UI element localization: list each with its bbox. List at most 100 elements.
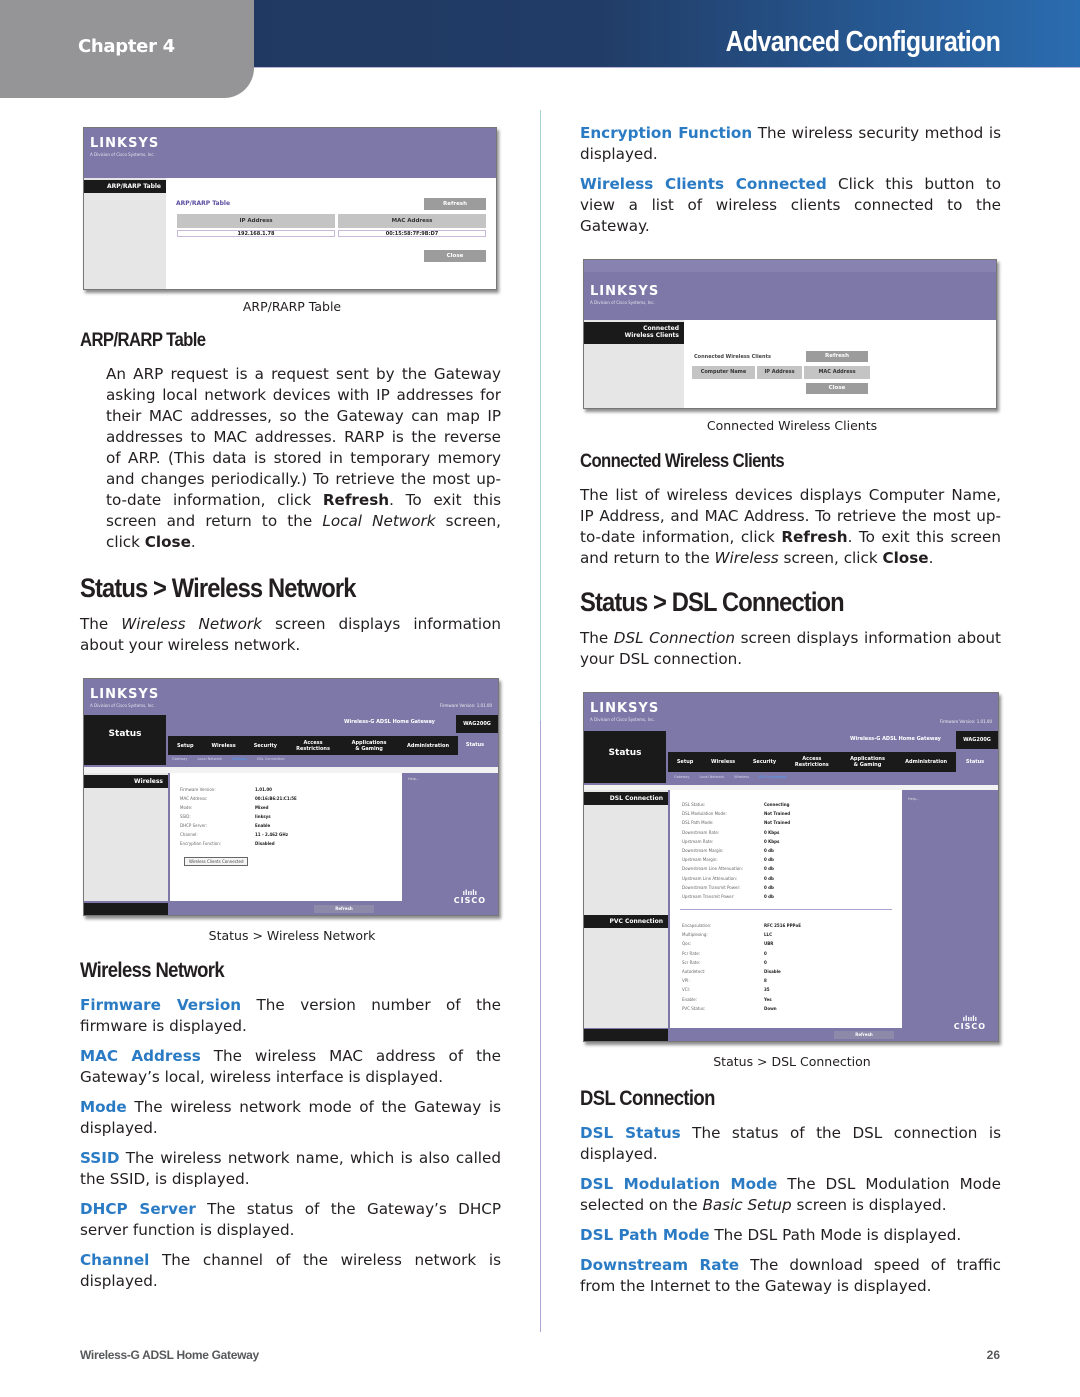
firmware-label: Firmware Version: 1.01.00 bbox=[439, 703, 492, 708]
field-value: linksys bbox=[255, 814, 271, 819]
field-label: DSL Modulation Mode: bbox=[682, 811, 727, 817]
field-label: Pcr Rate: bbox=[682, 950, 701, 956]
tab-applications-gaming[interactable]: Applications & Gaming bbox=[349, 740, 389, 752]
chapter-title: Advanced Configuration bbox=[725, 26, 1001, 58]
field-value: Down bbox=[764, 1005, 777, 1011]
field-value: 0 Kbps bbox=[764, 829, 780, 835]
subtab-local-network[interactable]: Local Network bbox=[197, 757, 222, 761]
field-row: Upstream Line Attenuation: 0 db bbox=[682, 876, 882, 885]
field-value: 0 bbox=[764, 950, 767, 956]
field-row: Downstream Rate: 0 Kbps bbox=[682, 830, 882, 839]
field-label: Downstream Margin: bbox=[682, 848, 724, 853]
tab-setup[interactable]: Setup bbox=[177, 743, 194, 749]
tab-wireless[interactable]: Wireless bbox=[711, 759, 735, 765]
main-tabs: Setup Wireless Security Access Restricti… bbox=[168, 736, 458, 755]
tab-administration[interactable]: Administration bbox=[905, 759, 947, 765]
field-value: 0 Kbps bbox=[764, 838, 780, 844]
field-row: VPI: 8 bbox=[682, 978, 882, 987]
arp-paragraph: An ARP request is a request sent by the … bbox=[106, 365, 501, 551]
field-label: VCI: bbox=[682, 987, 691, 993]
field-label: SSID: bbox=[180, 814, 191, 819]
field-label: Enable: bbox=[682, 996, 697, 1002]
tab-administration[interactable]: Administration bbox=[407, 743, 449, 749]
field-value: 0 db bbox=[764, 875, 774, 881]
figure-caption: Status > Wireless Network bbox=[208, 928, 376, 943]
subtab-dsl-connection[interactable]: DSL Connection bbox=[759, 775, 787, 779]
tab-applications-gaming[interactable]: Applications & Gaming bbox=[848, 756, 888, 768]
left-column: LINKSYS A Division of Cisco Systems, Inc.… bbox=[80, 118, 501, 1301]
close-button[interactable]: Close bbox=[806, 383, 868, 394]
field-row: Upstream Rate: 0 Kbps bbox=[682, 839, 882, 848]
help-label[interactable]: Help... bbox=[408, 777, 419, 781]
field-row: Autodetect: Disable bbox=[682, 969, 882, 978]
term-definition: Downstream Rate The download speed of tr… bbox=[580, 1255, 1001, 1297]
refresh-button[interactable]: Refresh bbox=[314, 905, 374, 913]
col-computer-name: Computer Name bbox=[692, 366, 755, 379]
arp-screenshot: LINKSYS A Division of Cisco Systems, Inc.… bbox=[83, 127, 497, 290]
field-value: RFC 2516 PPPoE bbox=[764, 923, 801, 928]
dsl-intro: The DSL Connection screen displays infor… bbox=[580, 629, 1001, 668]
chapter-tab: Chapter 4 bbox=[0, 0, 254, 98]
field-value: Enable bbox=[255, 823, 271, 828]
side-label: ARP/RARP Table bbox=[84, 180, 166, 193]
term-description: Basic Setup bbox=[702, 1196, 792, 1214]
close-button[interactable]: Close bbox=[424, 250, 486, 262]
tab-wireless[interactable]: Wireless bbox=[212, 743, 236, 749]
term-definition: Mode The wireless network mode of the Ga… bbox=[80, 1097, 501, 1139]
tab-status[interactable]: Status bbox=[458, 742, 492, 748]
figure-caption: ARP/RARP Table bbox=[242, 299, 342, 314]
help-label[interactable]: Help... bbox=[908, 797, 919, 801]
table-title: ARP/RARP Table bbox=[176, 200, 231, 207]
field-label: Downstream Rate: bbox=[682, 829, 720, 835]
cisco-logo: ılıılı CISCO bbox=[953, 1015, 986, 1031]
subtab-wireless[interactable]: Wireless bbox=[232, 757, 247, 761]
field-value: 0 db bbox=[764, 866, 774, 872]
clients-paragraph: The list of wireless devices displays Co… bbox=[580, 486, 1001, 567]
term-definition: Wireless Clients Connected Click this bu… bbox=[580, 174, 1001, 237]
refresh-button[interactable]: Refresh bbox=[424, 198, 486, 210]
subtab-wireless[interactable]: Wireless bbox=[734, 775, 749, 779]
wireless-screenshot: LINKSYS A Division of Cisco Systems, Inc.… bbox=[83, 678, 499, 916]
product-name: Wireless-G ADSL Home Gateway bbox=[850, 736, 941, 742]
tab-access-restrictions[interactable]: Access Restrictions bbox=[295, 740, 331, 752]
linksys-logo: LINKSYS A Division of Cisco Systems, Inc. bbox=[590, 701, 660, 722]
subtab-local-network[interactable]: Local Network bbox=[699, 775, 724, 779]
linksys-logo: LINKSYS A Division of Cisco Systems, Inc. bbox=[90, 136, 160, 157]
tab-setup[interactable]: Setup bbox=[677, 759, 694, 765]
dsl-heading: DSL Connection bbox=[580, 1087, 715, 1110]
field-label: Multiplexing: bbox=[682, 932, 708, 938]
field-row: PVC Status: Down bbox=[682, 1006, 882, 1015]
linksys-logo: LINKSYS A Division of Cisco Systems, Inc. bbox=[90, 687, 160, 708]
subtab-dsl-connection[interactable]: DSL Connection bbox=[257, 757, 285, 761]
term-label: Downstream Rate bbox=[580, 1256, 740, 1274]
refresh-button[interactable]: Refresh bbox=[834, 1031, 894, 1039]
field-label: MAC Address: bbox=[180, 796, 208, 801]
clients-connected-button[interactable]: Wireless Clients Connected bbox=[184, 857, 249, 866]
field-label: Qos: bbox=[682, 941, 692, 947]
wireless-term-list: Firmware Version The version number of t… bbox=[80, 995, 501, 1292]
field-label: Encryption Function: bbox=[180, 841, 222, 846]
section-label: Status bbox=[608, 748, 642, 758]
tab-security[interactable]: Security bbox=[254, 743, 277, 749]
product-name: Wireless-G ADSL Home Gateway bbox=[344, 719, 435, 725]
col-mac-address: MAC Address bbox=[804, 366, 870, 379]
refresh-button[interactable]: Refresh bbox=[806, 351, 868, 362]
tab-security[interactable]: Security bbox=[753, 759, 776, 765]
field-label: DSL Path Mode: bbox=[682, 820, 714, 826]
field-row: VCI: 35 bbox=[682, 987, 882, 996]
top-term-list: Encryption Function The wireless securit… bbox=[580, 123, 1001, 237]
subtab-gateway[interactable]: Gateway bbox=[172, 757, 187, 761]
field-value: 0 db bbox=[764, 884, 774, 890]
field-label: Encapsulation: bbox=[682, 923, 712, 928]
model-badge: WAG200G bbox=[456, 715, 498, 733]
term-definition: Channel The channel of the wireless netw… bbox=[80, 1250, 501, 1292]
tab-status[interactable]: Status bbox=[958, 759, 992, 765]
term-label: SSID bbox=[80, 1149, 120, 1167]
subtab-gateway[interactable]: Gateway bbox=[674, 775, 689, 779]
field-label: Upstream Margin: bbox=[682, 857, 718, 863]
subtabs: Gateway Local Network Wireless DSL Conne… bbox=[674, 775, 787, 779]
field-value: Connecting bbox=[764, 802, 790, 807]
field-row: MAC Address: 00:16:B6:21:C1:5E bbox=[180, 796, 380, 805]
tab-access-restrictions[interactable]: Access Restrictions bbox=[794, 756, 830, 768]
field-value: Mixed bbox=[255, 805, 269, 810]
